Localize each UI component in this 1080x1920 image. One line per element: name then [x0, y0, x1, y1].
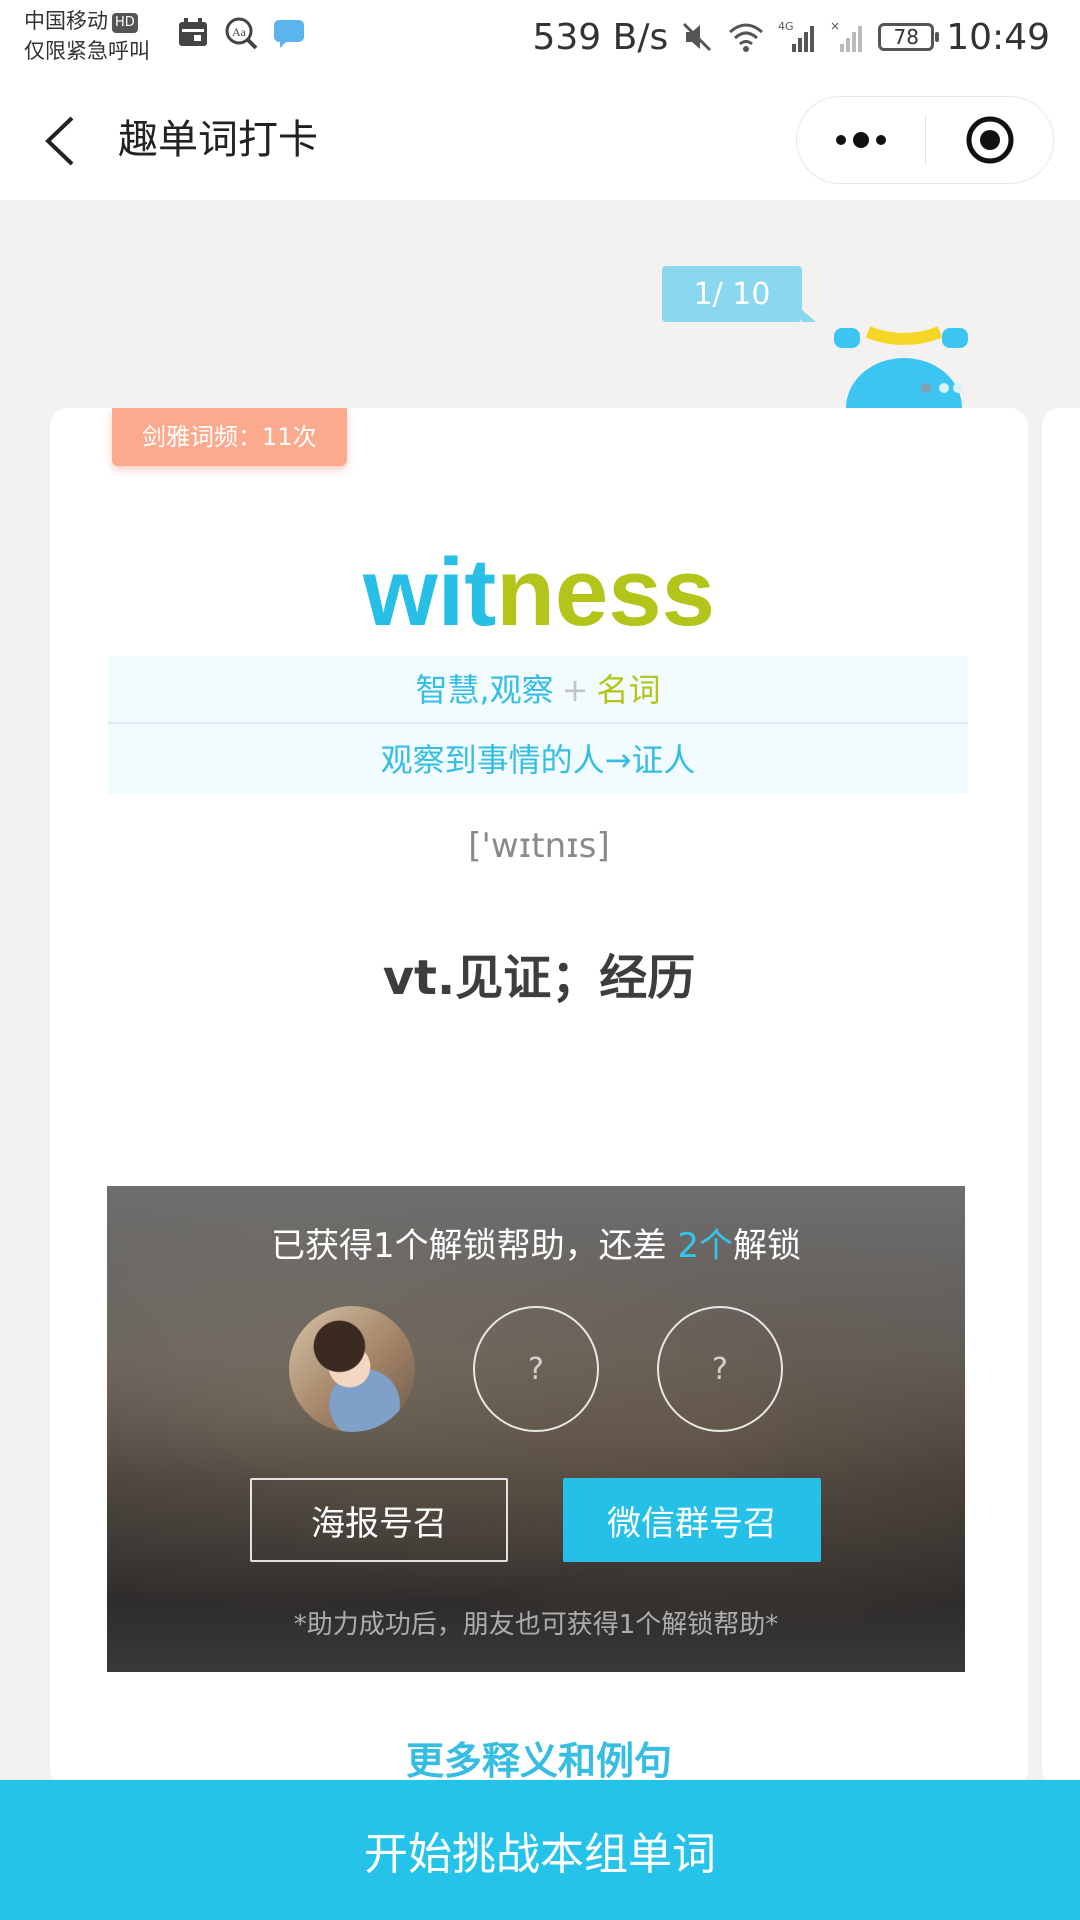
message-icon — [274, 20, 304, 48]
more-menu-button[interactable] — [797, 96, 925, 184]
clock: 10:49 — [946, 16, 1050, 58]
phonetic-pronunciation[interactable]: ['wɪtnɪs] — [50, 826, 1028, 866]
start-challenge-button[interactable]: 开始挑战本组单词 — [0, 1780, 1080, 1920]
unlock-note: *助力成功后，朋友也可获得1个解锁帮助* — [293, 1610, 779, 1640]
page-title: 趣单词打卡 — [118, 117, 318, 163]
emergency-text: 仅限紧急呼叫 — [24, 39, 150, 63]
battery-indicator: 78 — [878, 23, 940, 51]
signal-empty-icon: × — [830, 20, 863, 52]
poster-invite-button[interactable]: 海报号召 — [250, 1478, 508, 1562]
progress-indicator: 1/ 10 — [662, 266, 816, 322]
mute-icon — [683, 22, 712, 52]
unlock-panel: 已获得1个解锁帮助，还差 2个解锁 ? ? 海报号召 微信群号召 *助力成功后，… — [107, 1186, 965, 1672]
hd-badge: HD — [112, 13, 138, 33]
word-definition: vt.见证；经历 — [382, 950, 696, 1006]
more-definitions-link[interactable]: 更多释义和例句 — [50, 1730, 1028, 1785]
target-close-icon — [966, 116, 1013, 164]
helper-avatar — [289, 1306, 415, 1432]
wifi-icon — [729, 23, 764, 52]
mascot-icon — [834, 326, 968, 408]
suffix-meaning: 名词 — [596, 671, 661, 709]
nav-bar: 趣单词打卡 — [0, 82, 1080, 200]
signal-4g-icon: 4G — [778, 20, 815, 52]
root-meaning: 智慧,观察 — [415, 671, 554, 709]
more-dots-icon — [836, 132, 886, 148]
etymology-panel: 智慧,观察 + 名词 观察到事情的人→证人 — [108, 656, 968, 794]
status-right: 539 B/s 4G × 78 10:49 — [533, 12, 1051, 62]
svg-text:4G: 4G — [778, 20, 794, 33]
next-card-peek[interactable] — [1042, 408, 1080, 1788]
status-bar: 中国移动 HD 仅限紧急呼叫 Aa 539 B/s 4G × 78 10:49 — [0, 0, 1080, 82]
empty-helper-slot: ? — [657, 1306, 783, 1432]
calendar-icon — [179, 18, 207, 46]
unlock-remaining: 2个 — [677, 1226, 734, 1266]
carrier-name: 中国移动 — [24, 9, 108, 33]
frequency-tag: 剑雅词频：11次 — [112, 408, 347, 466]
close-miniprogram-button[interactable] — [926, 96, 1053, 184]
word-title: witness — [50, 538, 1028, 648]
back-arrow-icon[interactable] — [36, 108, 86, 174]
plus-sign: + — [561, 671, 589, 709]
empty-helper-slot: ? — [473, 1306, 599, 1432]
carrier-info: 中国移动 HD 仅限紧急呼叫 — [24, 6, 150, 66]
dictionary-search-icon: Aa — [225, 17, 258, 50]
word-root: wit — [362, 539, 497, 646]
wechat-group-invite-button[interactable]: 微信群号召 — [563, 1478, 821, 1562]
svg-text:×: × — [830, 20, 840, 33]
etymology-explanation: 观察到事情的人→证人 — [380, 741, 696, 779]
notification-icons: Aa — [176, 16, 306, 50]
miniprogram-capsule — [796, 96, 1054, 184]
word-card: 剑雅词频：11次 witness 智慧,观察 + 名词 观察到事情的人→证人 ['w… — [50, 408, 1028, 1788]
word-suffix: ness — [496, 539, 716, 646]
net-speed: 539 B/s — [532, 16, 669, 58]
unlock-status: 已获得1个解锁帮助，还差 2个解锁 — [107, 1218, 965, 1267]
unlock-text-after: 解锁 — [733, 1226, 802, 1266]
etymology-breakdown: 智慧,观察 + 名词 — [108, 656, 968, 724]
unlock-text-before: 已获得1个解锁帮助，还差 — [270, 1226, 678, 1266]
svg-text:Aa: Aa — [232, 25, 247, 39]
